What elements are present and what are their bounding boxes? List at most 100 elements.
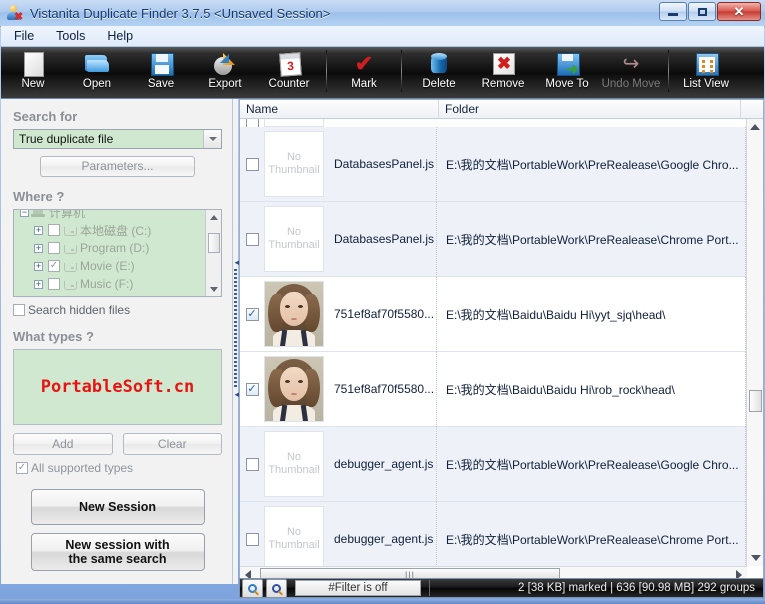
toolbar-delete-button[interactable]: Delete — [407, 47, 471, 97]
tree-label: 计算机 — [49, 209, 85, 221]
chevron-down-icon[interactable] — [203, 130, 221, 148]
all-supported-types-row[interactable]: ✓ All supported types — [13, 461, 222, 475]
scroll-down-icon[interactable] — [206, 282, 222, 296]
search-hidden-files-checkbox[interactable] — [13, 304, 25, 316]
tree-row[interactable]: + Program (D:) — [18, 239, 204, 257]
tree-row[interactable]: − 计算机 — [18, 209, 204, 221]
table-row[interactable]: No Thumbnail DatabasesPanel.js E:\我的文档\P… — [240, 202, 747, 277]
row-file-name: 751ef8af70f5580... — [324, 307, 436, 321]
tree-checkbox[interactable] — [48, 224, 60, 236]
tree-row[interactable]: + Music (F:) — [18, 275, 204, 293]
list-vertical-scrollbar[interactable] — [746, 119, 763, 566]
expand-expander-icon[interactable]: + — [34, 280, 43, 289]
toolbar-new-button[interactable]: New — [1, 47, 65, 97]
toolbar-open-button[interactable]: Open — [65, 47, 129, 97]
sidebar-splitter[interactable]: ◄ ◄ — [233, 99, 238, 584]
splitter-grip[interactable] — [234, 269, 237, 389]
vertical-scrollbar-thumb[interactable] — [749, 390, 762, 412]
file-types-list[interactable]: PortableSoft.cn — [13, 349, 222, 425]
toolbar-export-button[interactable]: Export — [193, 47, 257, 97]
tree-label: Music (F:) — [80, 277, 133, 291]
row-checkbox-cell[interactable]: ✓ — [240, 308, 264, 321]
splitter-collapse-up-icon[interactable]: ◄ — [233, 259, 238, 266]
what-types-heading: What types ? — [13, 329, 222, 344]
scroll-up-icon[interactable] — [747, 119, 763, 135]
toolbar-remove-button[interactable]: ✖ Remove — [471, 47, 535, 97]
row-checkbox-cell[interactable] — [240, 458, 264, 471]
row-file-name: debugger_agent.js — [324, 532, 436, 546]
magnifier-filter-icon[interactable] — [266, 579, 287, 598]
tree-checkbox-checked[interactable]: ✓ — [48, 260, 60, 272]
new-session-same-search-button[interactable]: New session with the same search — [31, 533, 205, 571]
toolbar-move-to-button[interactable]: ➜ Move To — [535, 47, 599, 97]
floppy-green-arrow-move-icon: ➜ — [554, 51, 580, 77]
no-thumbnail-icon: No Thumbnail — [264, 131, 324, 197]
parameters-button[interactable]: Parameters... — [40, 156, 195, 177]
maximize-button[interactable] — [688, 2, 716, 21]
new-session-same-line1: New session with — [65, 538, 169, 552]
thumb-line1: No — [287, 151, 301, 164]
expand-expander-icon[interactable]: + — [34, 244, 43, 253]
red-checkmark-icon: ✔ — [351, 51, 377, 77]
collapse-expander-icon[interactable]: − — [20, 209, 29, 217]
search-hidden-files-row[interactable]: Search hidden files — [13, 303, 222, 317]
row-checkbox[interactable] — [246, 158, 259, 171]
new-session-button[interactable]: New Session — [31, 489, 205, 525]
window-title: Vistanita Duplicate Finder 3.7.5 <Unsave… — [30, 6, 330, 21]
row-checkbox[interactable] — [246, 458, 259, 471]
application-window: ✖ Vistanita Duplicate Finder 3.7.5 <Unsa… — [0, 0, 765, 604]
drive-tree[interactable]: − 计算机 + 本地磁盘 (C:) + Program (D:) — [13, 209, 222, 297]
tree-checkbox[interactable] — [48, 278, 60, 290]
all-supported-types-checkbox[interactable]: ✓ — [16, 462, 28, 474]
toolbar-counter-button[interactable]: 3 Counter — [257, 47, 321, 97]
expand-expander-icon[interactable]: + — [34, 226, 43, 235]
tree-row[interactable]: + 本地磁盘 (C:) — [18, 221, 204, 239]
menu-help[interactable]: Help — [98, 27, 142, 45]
where-heading: Where ? — [13, 189, 222, 204]
search-hidden-files-label: Search hidden files — [28, 303, 130, 317]
minimize-button[interactable] — [659, 2, 687, 21]
row-checkbox[interactable] — [246, 233, 259, 246]
row-checkbox-cell[interactable]: ✓ — [240, 383, 264, 396]
menu-file[interactable]: File — [5, 27, 43, 45]
table-row[interactable]: No Thumbnail debugger_agent.js E:\我的文档\P… — [240, 427, 747, 502]
undo-arrow-icon: ↩ — [618, 51, 644, 77]
scroll-down-icon[interactable] — [747, 550, 764, 566]
computer-icon — [31, 209, 45, 218]
tree-checkbox[interactable] — [48, 242, 60, 254]
row-checkbox-checked[interactable]: ✓ — [246, 383, 259, 396]
duplicate-file-list: Name Folder No Thumbnail — [239, 99, 764, 584]
calendar-counter-icon: 3 — [276, 51, 302, 77]
row-checkbox-checked[interactable]: ✓ — [246, 308, 259, 321]
magnifier-icon[interactable] — [242, 579, 263, 598]
toolbar-list-view-button[interactable]: List View — [674, 47, 738, 97]
column-header-name[interactable]: Name — [240, 100, 439, 119]
add-type-button[interactable]: Add — [13, 433, 113, 455]
clear-types-button[interactable]: Clear — [123, 433, 223, 455]
toolbar-save-button[interactable]: Save — [129, 47, 193, 97]
row-checkbox-cell[interactable] — [240, 158, 264, 171]
table-row[interactable]: No Thumbnail debugger_agent.js E:\我的文档\P… — [240, 502, 747, 566]
tree-row[interactable]: + ✓ Movie (E:) — [18, 257, 204, 275]
row-checkbox[interactable] — [246, 533, 259, 546]
table-row[interactable]: ✓ 751ef8af70f5580... E:\我的文档\Baidu\Baidu… — [240, 352, 747, 427]
table-row[interactable]: No Thumbnail DatabasesPanel.js E:\我的文档\P… — [240, 127, 747, 202]
table-row[interactable]: ✓ 751ef8af70f5580... E:\我的文档\Baidu\Baidu… — [240, 277, 747, 352]
row-checkbox-cell[interactable] — [240, 233, 264, 246]
tree-scrollbar-thumb[interactable] — [208, 233, 220, 253]
toolbar-mark-button[interactable]: ✔ Mark — [332, 47, 396, 97]
tree-scrollbar[interactable] — [205, 210, 221, 296]
splitter-collapse-down-icon[interactable]: ◄ — [233, 391, 238, 398]
close-button[interactable]: ✕ — [717, 2, 761, 21]
row-checkbox-cell[interactable] — [240, 533, 264, 546]
column-header-extra[interactable] — [741, 100, 763, 119]
column-header-folder[interactable]: Folder — [439, 100, 741, 119]
row-folder-path: E:\我的文档\PortableWork\PreRealease\Google … — [438, 456, 745, 473]
search-mode-select[interactable]: True duplicate file — [13, 129, 222, 149]
filter-status-button[interactable]: #Filter is off — [295, 580, 421, 596]
menu-tools[interactable]: Tools — [47, 27, 94, 45]
expand-expander-icon[interactable]: + — [34, 262, 43, 271]
new-session-same-line2: the same search — [69, 552, 167, 566]
list-view-icon — [693, 51, 719, 77]
scroll-up-icon[interactable] — [206, 210, 221, 224]
